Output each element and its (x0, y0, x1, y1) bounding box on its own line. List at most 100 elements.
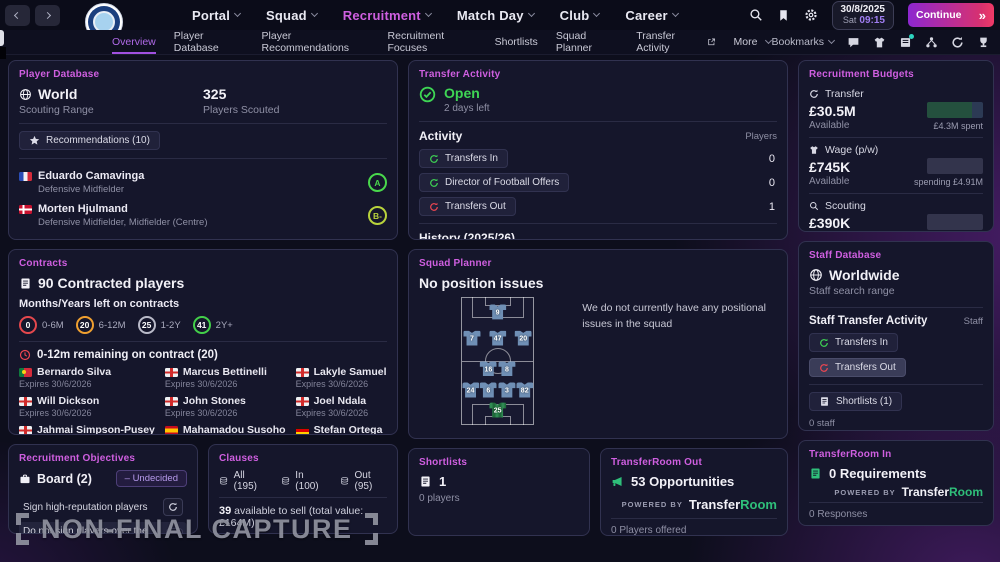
tactics-icon[interactable] (925, 36, 938, 49)
transfers-out-button[interactable]: Transfers Out (419, 197, 516, 216)
tab-shortlists[interactable]: Shortlists (495, 30, 538, 54)
formation-shirt[interactable]: 3 (498, 382, 515, 397)
clauses-filter-all[interactable]: All (195) (219, 470, 267, 492)
budget-spent: spending £4.91M (914, 177, 983, 187)
continue-button[interactable]: Continue » (908, 3, 994, 27)
contract-player[interactable]: Joel NdalaExpires 30/6/2026 (296, 395, 387, 418)
budget-bar (927, 102, 983, 118)
back-button[interactable] (5, 5, 30, 26)
tab-label: Squad Planner (556, 30, 618, 54)
budget-value: £745K (809, 159, 878, 175)
recommendations-button[interactable]: Recommendations (10) (19, 131, 160, 150)
nav-club[interactable]: Club (560, 8, 600, 23)
nav-portal[interactable]: Portal (192, 8, 240, 23)
staff-transfers-out-button[interactable]: Transfers Out (809, 358, 906, 377)
formation-shirt[interactable]: 24 (462, 382, 479, 397)
tab-transfer-activity[interactable]: Transfer Activity (636, 30, 715, 54)
bucket-6-12m-count[interactable]: 20 (76, 316, 94, 334)
activity-header: Activity (419, 129, 462, 143)
bucket-6-12m-label: 6-12M (99, 320, 126, 331)
nav-match-day[interactable]: Match Day (457, 8, 534, 23)
transfer-budget-row[interactable]: Transfer £30.5M Available £4.3M spent (809, 86, 983, 133)
transfer-in-icon (429, 178, 439, 188)
contract-expiry: Expires 30/6/2026 (296, 408, 387, 418)
board-icon (19, 473, 31, 485)
players-scouted-stat[interactable]: 325 Players Scouted (203, 86, 387, 116)
contract-player[interactable]: Jahmai Simpson-PuseyExpires 30/6/2026 (19, 424, 155, 435)
bookmark-icon[interactable] (777, 9, 790, 22)
transfers-in-label: Transfers In (445, 153, 498, 164)
tab-player-database[interactable]: Player Database (174, 30, 244, 54)
budget-spent: £4.3M spent (933, 121, 983, 131)
scouting-budget-row[interactable]: Scouting £390K Available £63 spent (809, 198, 983, 232)
search-icon[interactable] (749, 8, 763, 22)
staff-transfers-in-button[interactable]: Transfers In (809, 333, 898, 352)
contract-player[interactable]: Bernardo SilvaExpires 30/6/2026 (19, 366, 155, 389)
bookmarks-dropdown[interactable]: Bookmarks (771, 36, 834, 48)
wage-budget-row[interactable]: Wage (p/w) £745K Available spending £4.9… (809, 142, 983, 189)
contract-player[interactable]: Marcus BettinelliExpires 30/6/2026 (165, 366, 286, 389)
watermark: NON-FINAL CAPTURE (16, 513, 378, 545)
flag-spain-icon (165, 426, 178, 435)
transfers-icon[interactable] (951, 36, 964, 49)
formation-shirt[interactable]: 47 (489, 331, 506, 346)
top-right-tools: 30/8/2025 Sat09:15 Continue » (749, 1, 1000, 30)
messages-icon[interactable] (847, 36, 860, 49)
dof-offers-button[interactable]: Director of Football Offers (419, 173, 569, 192)
transferroom-out-panel: TransferRoom Out 53 Opportunities POWERE… (600, 448, 788, 536)
staff-shortlists-button[interactable]: Shortlists (1) (809, 392, 902, 411)
player-name: Morten Hjulmand (38, 203, 128, 215)
contract-player[interactable]: Stefan OrtegaExpires 30/6/2026 (296, 424, 387, 435)
contract-player[interactable]: Will DicksonExpires 30/6/2026 (19, 395, 155, 418)
shortlist-icon (819, 396, 830, 407)
opportunities-line[interactable]: 53 Opportunities (611, 474, 777, 489)
bucket-2y-count[interactable]: 41 (193, 316, 211, 334)
panel-title: TransferRoom In (809, 449, 983, 460)
date-time-button[interactable]: 30/8/2025 Sat09:15 (832, 1, 895, 30)
player-name: Eduardo Camavinga (38, 170, 144, 182)
gear-icon[interactable] (804, 8, 818, 22)
contract-expiry: Expires 30/6/2026 (19, 408, 155, 418)
double-chevron-icon: » (979, 8, 986, 23)
tab-player-recommendations[interactable]: Player Recommendations (262, 30, 370, 54)
tab-more[interactable]: More (734, 30, 772, 54)
sub-nav-items: Overview Player Database Player Recommen… (112, 30, 771, 54)
tab-squad-planner[interactable]: Squad Planner (556, 30, 618, 54)
formation-shirt[interactable]: 7 (463, 331, 480, 346)
staff-search-range[interactable]: Worldwide (809, 267, 983, 283)
shortlists-count-line[interactable]: 1 (419, 474, 579, 489)
scouting-range-stat[interactable]: World Scouting Range (19, 86, 203, 116)
transfers-in-button[interactable]: Transfers In (419, 149, 508, 168)
bucket-1-2y-count[interactable]: 25 (138, 316, 156, 334)
requirements-line[interactable]: 0 Requirements (809, 466, 983, 481)
tab-overview[interactable]: Overview (112, 30, 156, 54)
board-objectives-header[interactable]: Board (2) (19, 472, 92, 486)
clauses-filter-out[interactable]: Out (95) (340, 470, 387, 492)
formation-shirt[interactable]: 20 (515, 331, 532, 346)
bucket-0-6m-count[interactable]: 0 (19, 316, 37, 334)
formation-pitch: 9 7 47 20 16 8 24 6 3 82 25 (461, 297, 534, 425)
formation-shirt[interactable]: 6 (480, 382, 497, 397)
formation-shirt[interactable]: 82 (516, 382, 533, 397)
contract-player[interactable]: Mahamadou SusohoExpires 30/6/2026 (165, 424, 286, 435)
staff-range-value: Worldwide (829, 267, 900, 283)
nav-career[interactable]: Career (625, 8, 677, 23)
contracted-players-header[interactable]: 90 Contracted players (19, 275, 387, 291)
brand-transfer: Transfer (689, 497, 740, 512)
nav-portal-label: Portal (192, 8, 230, 23)
contract-player[interactable]: John StonesExpires 30/6/2026 (165, 395, 286, 418)
nav-recruitment[interactable]: Recruitment (343, 8, 431, 23)
nav-squad-label: Squad (266, 8, 307, 23)
tab-recruitment-focuses[interactable]: Recruitment Focuses (388, 30, 477, 54)
main-nav: Portal Squad Recruitment Match Day Club … (192, 8, 678, 23)
squad-shirt-icon[interactable] (873, 36, 886, 49)
recommended-player-row[interactable]: Eduardo Camavinga Defensive Midfielder A (19, 166, 387, 199)
competitions-trophy-icon[interactable] (977, 36, 990, 49)
nav-squad[interactable]: Squad (266, 8, 317, 23)
clauses-filter-in[interactable]: In (100) (281, 470, 326, 492)
inbox-icon[interactable] (899, 36, 912, 49)
forward-button[interactable] (35, 5, 60, 26)
contract-player[interactable]: Lakyle SamuelExpires 30/6/2026 (296, 366, 387, 389)
recommended-player-row[interactable]: Morten Hjulmand Defensive Midfielder, Mi… (19, 199, 387, 232)
chevron-down-icon (828, 36, 835, 43)
